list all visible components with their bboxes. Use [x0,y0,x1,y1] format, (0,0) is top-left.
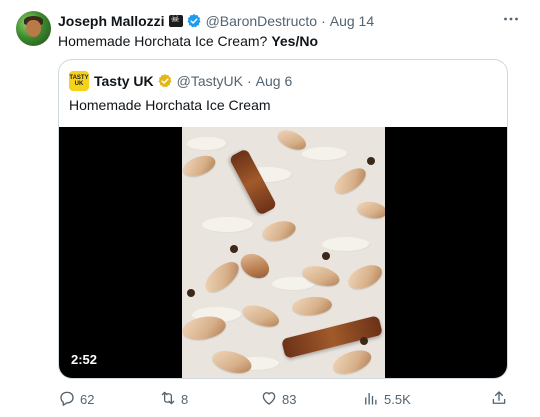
repost-icon [159,389,181,410]
quoted-avatar-logo-text: TASTY UK [69,75,89,87]
repost-button[interactable]: 8 [159,389,188,409]
author-handle[interactable]: @BaronDestructo [206,13,317,29]
quoted-author-avatar[interactable]: TASTY UK [69,71,89,91]
gold-verified-badge-icon[interactable] [157,73,173,89]
quoted-tweet-header: Tasty UK @TastyUK · Aug 6 [94,72,292,90]
author-name[interactable]: Joseph Mallozzi [58,13,165,29]
video-duration: 2:52 [71,352,98,367]
tweet-text: Homemade Horchata Ice Cream? Yes/No [58,32,318,50]
views-button[interactable]: 5.5K [362,389,411,409]
quoted-author-handle[interactable]: @TastyUK [177,73,243,89]
verified-badge-icon[interactable] [186,13,202,29]
tweet[interactable]: Joseph Mallozzi @BaronDestructo · Aug 14… [0,0,540,417]
quoted-tweet-text: Homemade Horchata Ice Cream [69,97,271,113]
video-player[interactable]: 2:52 [59,127,507,378]
heart-icon [260,389,282,410]
author-avatar[interactable] [16,11,51,46]
tweet-text-main: Homemade Horchata Ice Cream? [58,33,268,49]
reply-icon [58,389,80,410]
like-button[interactable]: 83 [260,389,296,409]
reply-count: 62 [80,391,95,407]
reply-button[interactable]: 62 [58,389,94,409]
tweet-date[interactable]: Aug 14 [330,13,374,29]
share-button[interactable] [490,389,512,409]
quoted-tweet[interactable]: TASTY UK Tasty UK @TastyUK · Aug 6 Homem… [58,59,508,379]
separator-dot: · [321,13,326,29]
video-thumbnail[interactable] [182,127,385,378]
tweet-text-bold: Yes/No [271,33,319,49]
separator-dot: · [247,73,252,89]
avatar-face [26,20,41,37]
quoted-tweet-date[interactable]: Aug 6 [256,73,293,89]
views-chart-icon [362,389,384,410]
share-icon [490,389,512,410]
pirate-flag-icon [168,14,183,27]
tweet-header: Joseph Mallozzi @BaronDestructo · Aug 14 [58,12,374,30]
action-bar: 62 8 83 5.5K [58,389,508,409]
more-horizontal-icon[interactable] [502,10,520,28]
views-count: 5.5K [384,391,411,407]
repost-count: 8 [181,391,189,407]
quoted-author-name[interactable]: Tasty UK [94,73,154,89]
like-count: 83 [282,391,297,407]
